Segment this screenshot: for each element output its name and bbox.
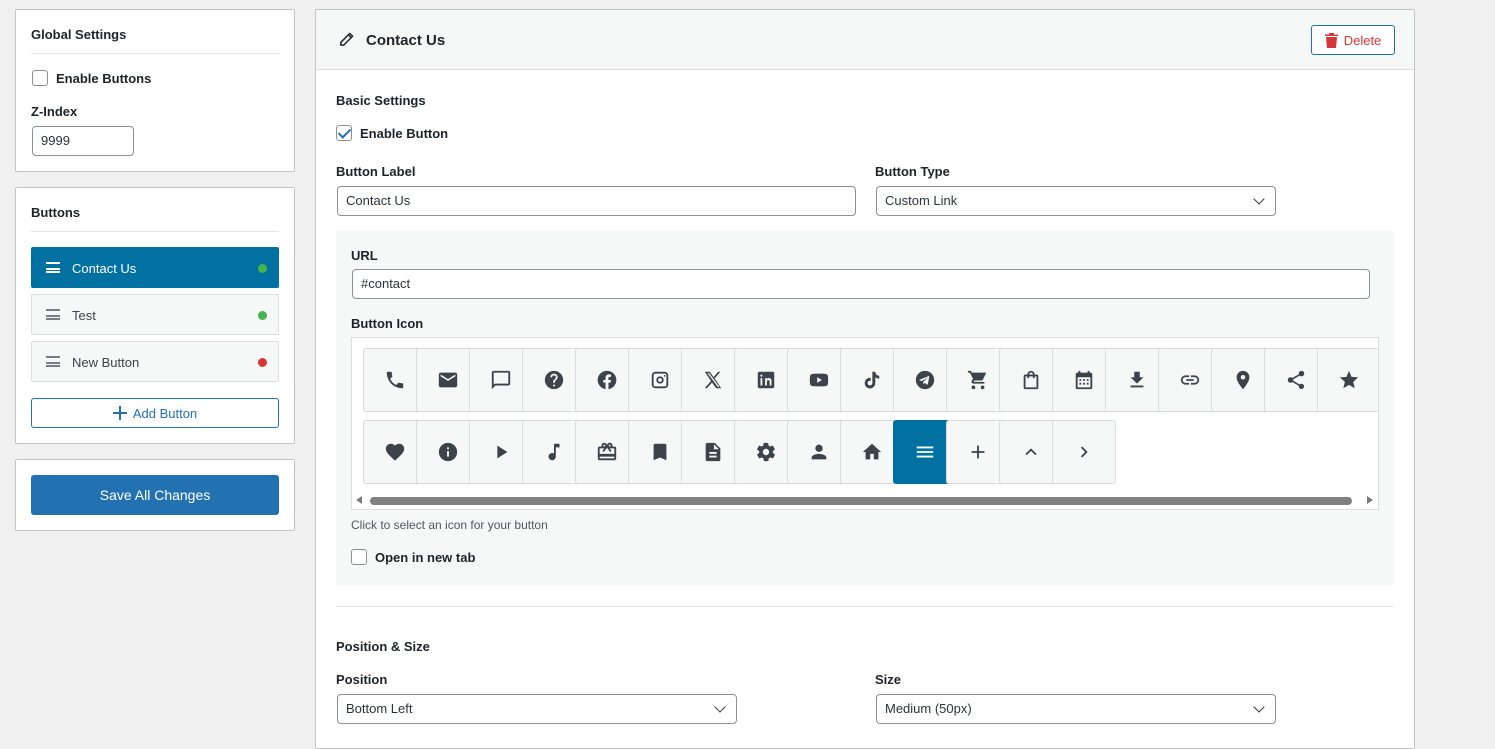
url-label: URL [351, 248, 378, 263]
button-list-item-label: Test [72, 308, 96, 323]
open-new-tab-label: Open in new tab [375, 550, 476, 565]
add-button[interactable]: Add Button [31, 398, 279, 428]
editor-title: Contact Us [366, 32, 446, 49]
drag-handle-icon[interactable] [46, 262, 60, 273]
button-label-input[interactable]: Contact Us [337, 186, 856, 216]
url-input[interactable]: #contact [352, 269, 1370, 299]
divider [31, 231, 279, 232]
z-index-label: Z-Index [31, 104, 78, 119]
button-type-label: Button Type [875, 164, 950, 179]
editor-header [316, 10, 1414, 70]
enable-button-label: Enable Button [360, 126, 449, 141]
open-new-tab-checkbox[interactable] [351, 549, 367, 565]
status-dot [258, 311, 267, 320]
global-settings-title: Global Settings [31, 27, 127, 42]
save-all-button[interactable]: Save All Changes [31, 475, 279, 515]
size-value: Medium (50px) [885, 701, 972, 716]
size-label: Size [875, 672, 902, 687]
icon-picker[interactable] [351, 337, 1379, 510]
status-dot [258, 264, 267, 273]
delete-label: Delete [1343, 32, 1382, 48]
chevron-right-icon[interactable] [1052, 420, 1116, 484]
drag-handle-icon[interactable] [46, 356, 60, 367]
button-list-item[interactable]: Test [31, 294, 279, 335]
basic-settings-heading: Basic Settings [336, 93, 426, 108]
buttons-title: Buttons [31, 205, 81, 220]
enable-buttons-label: Enable Buttons [56, 71, 152, 86]
enable-buttons-checkbox[interactable] [32, 70, 48, 86]
button-list-item[interactable]: Contact Us [31, 247, 279, 288]
scroll-right-arrow[interactable] [1367, 496, 1373, 504]
position-value: Bottom Left [346, 701, 413, 716]
trash-icon [1324, 32, 1338, 48]
status-dot [258, 358, 267, 367]
position-select[interactable]: Bottom Left [337, 694, 737, 724]
button-type-value: Custom Link [885, 193, 958, 208]
star-icon[interactable] [1317, 348, 1378, 412]
button-list-item[interactable]: New Button [31, 341, 279, 382]
section-divider [336, 606, 1394, 607]
drag-handle-icon[interactable] [46, 309, 60, 320]
add-button-label: Add Button [132, 405, 198, 421]
scroll-left-arrow[interactable] [356, 496, 362, 504]
divider [31, 53, 279, 54]
enable-button-checkbox[interactable] [336, 125, 352, 141]
global-settings-panel: Global Settings Enable Buttons Z-Index 9… [15, 9, 295, 172]
horizontal-scrollbar[interactable] [370, 497, 1352, 505]
z-index-input[interactable]: 9999 [32, 126, 134, 156]
button-list-item-label: New Button [72, 355, 140, 370]
button-type-select[interactable]: Custom Link [876, 186, 1276, 216]
position-size-heading: Position & Size [336, 639, 430, 654]
pencil-icon [340, 32, 354, 46]
delete-button[interactable]: Delete [1311, 25, 1395, 55]
icon-hint: Click to select an icon for your button [351, 518, 548, 532]
plus-icon [112, 406, 127, 420]
button-list-item-label: Contact Us [72, 261, 137, 276]
button-icon-label: Button Icon [351, 316, 424, 331]
size-select[interactable]: Medium (50px) [876, 694, 1276, 724]
button-label-label: Button Label [336, 164, 416, 179]
position-label: Position [336, 672, 388, 687]
